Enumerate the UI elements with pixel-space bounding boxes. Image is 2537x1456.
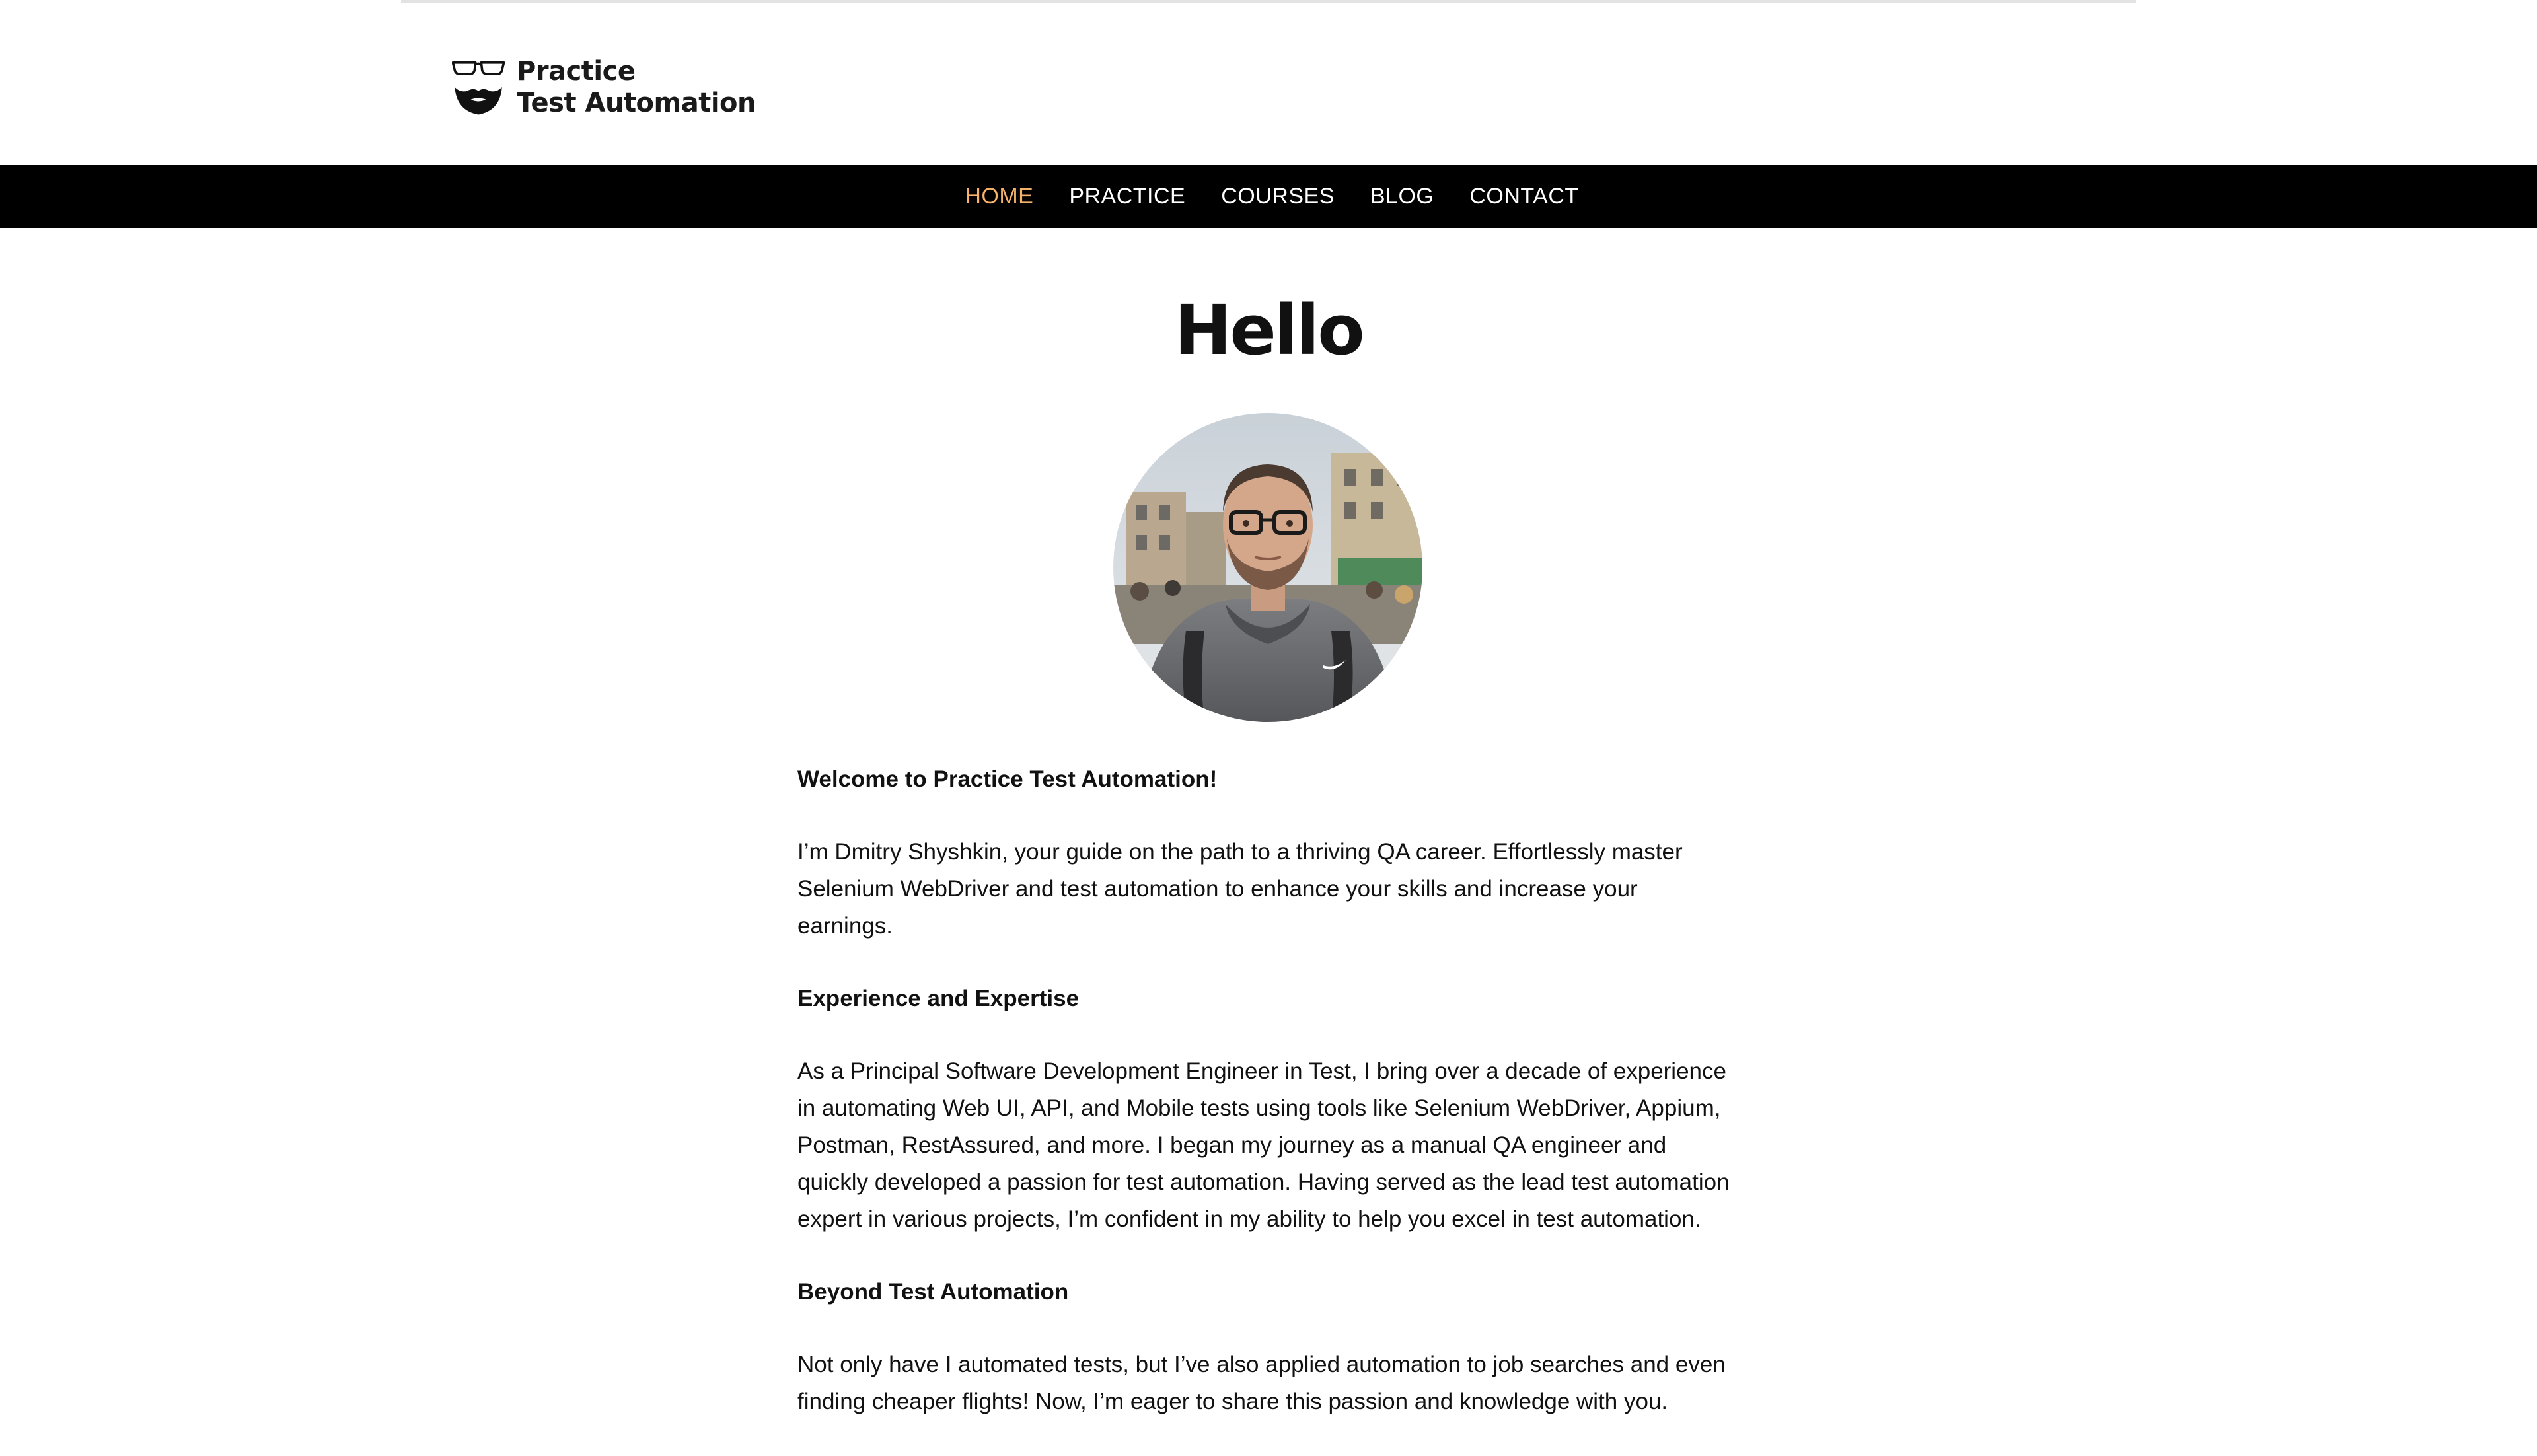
nav-item-courses[interactable]: COURSES [1221, 184, 1335, 209]
nav-menu: HOME PRACTICE COURSES BLOG CONTACT [947, 184, 1596, 209]
nav-item-practice[interactable]: PRACTICE [1069, 184, 1185, 209]
nav-item-home[interactable]: HOME [965, 184, 1033, 209]
logo-line-2: Test Automation [517, 88, 756, 118]
page-title: Hello [1174, 290, 1364, 371]
beyond-heading: Beyond Test Automation [797, 1279, 1069, 1305]
logo-line-1: Practice [517, 56, 636, 87]
site-logo-link[interactable]: Practice Test Automation [452, 46, 756, 128]
site-header: Practice Test Automation [0, 0, 2537, 165]
nav-item-contact[interactable]: CONTACT [1469, 184, 1578, 209]
intro-paragraph: I’m Dmitry Shyshkin, your guide on the p… [797, 839, 1683, 939]
nav-item-blog[interactable]: BLOG [1370, 184, 1434, 209]
intro-text-block: Welcome to Practice Test Automation! I’m… [797, 761, 1736, 1456]
site-logo-text: Practice Test Automation [517, 55, 756, 119]
experience-paragraph: As a Principal Software Development Engi… [797, 1058, 1730, 1232]
beyond-paragraph: Not only have I automated tests, but I’v… [797, 1352, 1726, 1414]
experience-heading: Experience and Expertise [797, 986, 1080, 1011]
welcome-heading: Welcome to Practice Test Automation! [797, 766, 1218, 792]
glasses-beard-logo-icon [452, 61, 505, 115]
author-avatar-photo [1113, 413, 1422, 722]
main-navigation: HOME PRACTICE COURSES BLOG CONTACT [0, 165, 2537, 228]
